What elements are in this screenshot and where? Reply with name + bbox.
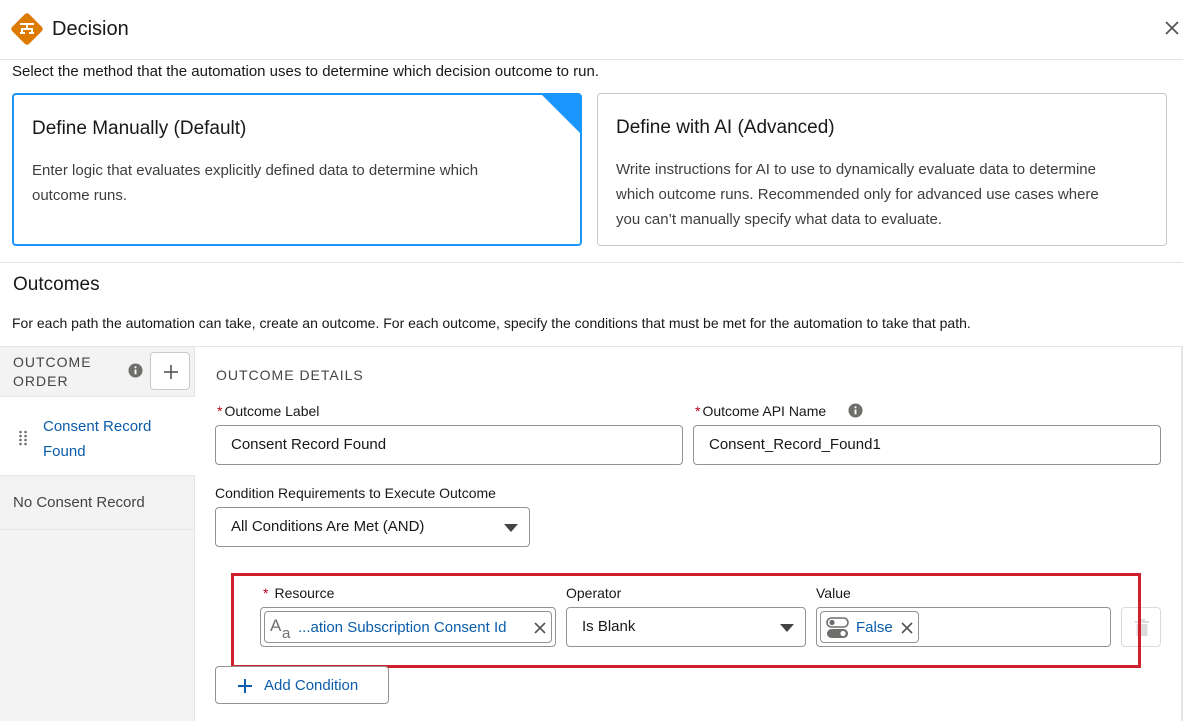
close-icon[interactable] [1163, 19, 1181, 37]
outcome-item-no-consent-record[interactable]: No Consent Record [0, 476, 195, 530]
outcome-item-label: No Consent Record [13, 494, 145, 511]
drag-handle-icon[interactable] [18, 430, 28, 446]
method-instructions: Select the method that the automation us… [12, 63, 600, 80]
plus-icon [238, 679, 252, 693]
outcome-item-consent-record-found[interactable]: Consent Record Found [0, 396, 195, 476]
section-divider [0, 262, 1183, 263]
outcome-details-heading: OUTCOME DETAILS [216, 367, 364, 383]
add-condition-button[interactable]: Add Condition [215, 666, 389, 704]
plus-icon [164, 365, 178, 379]
outcome-order-sidebar: OUTCOME ORDER Consent Record Found No Co… [0, 347, 195, 721]
method-card-description: Write instructions for AI to use to dyna… [616, 161, 1099, 228]
add-condition-label: Add Condition [264, 677, 359, 694]
info-icon[interactable] [128, 363, 143, 378]
method-card-title: Define with AI (Advanced) [616, 117, 835, 138]
modal-title: Decision [52, 18, 129, 40]
decision-icon [11, 13, 43, 45]
add-outcome-button[interactable] [150, 352, 190, 390]
select-value: All Conditions Are Met (AND) [231, 518, 425, 535]
method-card-manual[interactable]: Define Manually (Default) Enter logic th… [12, 93, 582, 246]
chevron-down-icon [504, 524, 518, 532]
outcome-label-label: * Outcome Label [217, 403, 320, 419]
highlight-annotation [231, 573, 1141, 668]
method-card-description: Enter logic that evaluates explicitly de… [32, 162, 479, 204]
condition-requirements-label: Condition Requirements to Execute Outcom… [215, 485, 496, 501]
selected-corner-indicator [542, 95, 580, 133]
method-card-ai[interactable]: Define with AI (Advanced) Write instruct… [597, 93, 1167, 246]
outcome-item-label: Consent Record Found [43, 418, 152, 460]
outcome-api-name-label: * Outcome API Name [695, 403, 827, 419]
outcomes-description: For each path the automation can take, c… [12, 315, 971, 331]
modal-header: Decision [0, 0, 1183, 60]
outcome-api-name-input[interactable]: Consent_Record_Found1 [693, 425, 1161, 465]
condition-requirements-select[interactable]: All Conditions Are Met (AND) [215, 507, 530, 547]
outcome-order-label: OUTCOME ORDER [13, 354, 92, 389]
method-card-title: Define Manually (Default) [32, 118, 247, 139]
info-icon[interactable] [848, 403, 863, 418]
outcome-label-input[interactable]: Consent Record Found [215, 425, 683, 465]
outcomes-heading: Outcomes [13, 274, 100, 295]
